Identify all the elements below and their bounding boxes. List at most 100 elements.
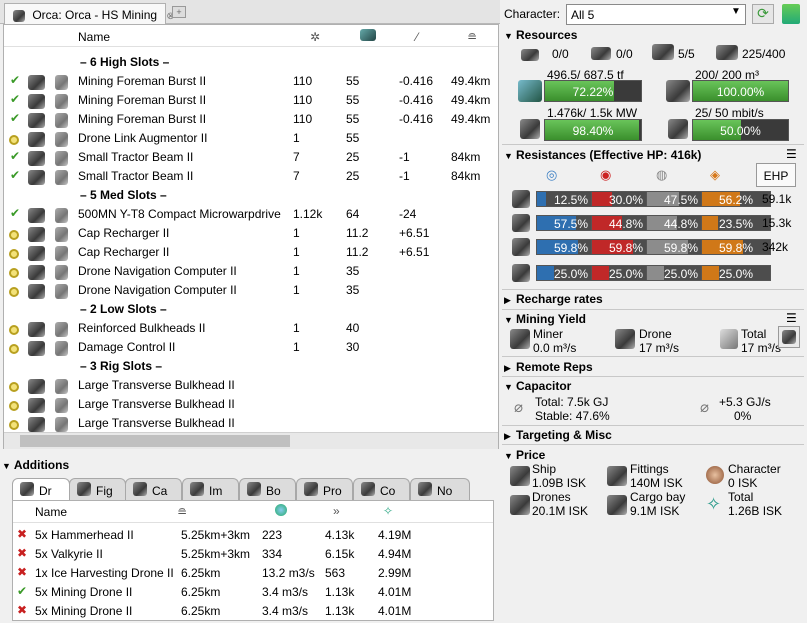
additions-tab-no[interactable]: No [410,478,470,500]
targeting-title: Targeting & Misc [516,428,612,442]
drone-row[interactable]: ✖ 5x Valkyrie II 5.25km+3km 334 6.15k 4.94M [13,544,493,563]
capacitor-stable: Stable: 47.6% [535,409,610,423]
drone-range: 5.25km+3km [181,528,251,542]
module-row[interactable]: Drone Navigation Computer II 1 35 [4,261,498,280]
recharge-header[interactable]: ▶ Recharge rates [504,292,603,306]
drone-inactive-icon[interactable]: ✖ [17,565,27,579]
divider [502,289,804,290]
additions-tab-fig[interactable]: Fig [69,478,126,500]
mining-column-icon[interactable] [275,504,287,516]
ehp-button[interactable]: EHP [756,163,796,187]
module-row[interactable]: Large Transverse Bulkhead II [4,375,498,394]
module-row[interactable]: Damage Control II 1 30 [4,337,498,356]
horizontal-scrollbar[interactable] [4,432,498,449]
module-capacitor: -0.416 [399,93,434,107]
module-capacitor: -1 [399,169,410,183]
new-tab-icon[interactable]: + [172,6,186,18]
module-active-icon[interactable]: ✔ [10,92,20,106]
additions-tab-pro[interactable]: Pro [296,478,353,500]
drone-active-icon[interactable]: ✔ [17,584,27,598]
fitting-tab[interactable]: Orca: Orca - HS Mining ⊗ [4,3,175,24]
module-row[interactable]: Large Transverse Bulkhead II [4,394,498,413]
additions-tab-im[interactable]: Im [182,478,239,500]
resources-header[interactable]: ▼ Resources [504,28,577,42]
slot-section-label: – 3 Rig Slots – [80,359,163,373]
resistances-header[interactable]: ▼ Resistances (Effective HP: 416k) [504,148,701,162]
drone-inactive-icon[interactable]: ✖ [17,546,27,560]
refresh-icon[interactable]: ⟳ [752,4,774,24]
module-name: Cap Recharger II [78,245,170,259]
drone-inactive-icon[interactable]: ✖ [17,527,27,541]
drone-row[interactable]: ✖ 1x Ice Harvesting Drone II 6.25km 13.2 m3… [13,563,493,582]
drone-row[interactable]: ✖ 5x Mining Drone II 6.25km 3.4 m3/s 1.13k 4.… [13,601,493,620]
character-editor-icon[interactable] [782,4,800,24]
resist-value: 59.8% [718,241,754,255]
drone-row[interactable]: ✔ 5x Mining Drone II 6.25km 3.4 m3/s 1.13k 4.… [13,582,493,601]
additions-header[interactable]: ▼ Additions [2,458,69,472]
module-row[interactable]: ✔ Mining Foreman Burst II 110 55 -0.416 49.4k… [4,90,498,109]
module-capacitor: -1 [399,150,410,164]
module-row[interactable]: Drone Navigation Computer II 1 35 [4,280,498,299]
module-cpu: 1 [293,226,300,240]
module-powergrid: 40 [346,321,360,335]
scrollbar-thumb[interactable] [20,435,290,447]
targeting-header[interactable]: ▶ Targeting & Misc [504,428,612,442]
menu-icon[interactable]: ☰ [786,147,798,161]
range-column-icon[interactable]: ≘ [467,30,477,44]
chevron-down-icon[interactable]: ▼ [728,6,744,22]
collapse-triangle-icon: ▼ [504,315,513,325]
module-row[interactable]: ✔ Mining Foreman Burst II 110 55 -0.416 49.4k… [4,71,498,90]
module-name: Drone Link Augmentor II [78,131,208,145]
remote-reps-header[interactable]: ▶ Remote Reps [504,360,593,374]
range-column-icon[interactable]: ≘ [177,505,187,519]
miner-value: 0.0 m³/s [533,341,577,355]
module-row[interactable]: ✔ 500MN Y-T8 Compact Microwarpdrive 1.12k 6… [4,204,498,223]
module-row[interactable]: ✔ Small Tractor Beam II 7 25 -1 84km [4,147,498,166]
module-row[interactable]: ✔ Small Tractor Beam II 7 25 -1 84km [4,166,498,185]
drone-name: 1x Ice Harvesting Drone II [35,566,174,580]
module-cpu: 1 [293,340,300,354]
bandwidth-label: 25/ 50 mbit/s [695,106,764,120]
module-cpu: 1.12k [293,207,323,221]
resist-value: 56.2% [718,193,754,207]
menu-icon[interactable]: ☰ [786,311,798,325]
module-active-icon[interactable]: ✔ [10,111,20,125]
module-row[interactable]: Reinforced Bulkheads II 1 40 [4,318,498,337]
shield-resist-3: 56.2% [701,191,771,207]
character-select[interactable]: All 5 [566,4,746,25]
capacitor-header[interactable]: ▼ Capacitor [504,379,571,393]
additions-tab-bo[interactable]: Bo [239,478,296,500]
additions-column-name[interactable]: Name [35,505,67,519]
module-row[interactable]: Large Transverse Bulkhead II [4,413,498,432]
drone-value: 17 m³/s [639,341,680,355]
speed-column-icon[interactable]: » [333,504,340,518]
price-column-icon[interactable]: ✧ [383,504,393,518]
column-name[interactable]: Name [78,30,110,44]
module-row[interactable]: Cap Recharger II 1 11.2 +6.51 [4,242,498,261]
module-active-icon[interactable]: ✔ [10,149,20,163]
total-yield-icon [720,329,738,349]
price-header[interactable]: ▼ Price [504,448,545,462]
additions-tab-co[interactable]: Co [353,478,410,500]
module-row[interactable]: Drone Link Augmentor II 1 55 [4,128,498,147]
mining-header[interactable]: ▼ Mining Yield [504,312,586,326]
total-yield-value: 17 m³/s [741,341,782,355]
capacitor-column-icon[interactable]: ⁄ [416,30,418,44]
module-powergrid: 30 [346,340,360,354]
module-row[interactable]: ✔ Mining Foreman Burst II 110 55 -0.416 49.4k… [4,109,498,128]
additions-tab-ca[interactable]: Ca [125,478,182,500]
mining-settings-button[interactable] [778,326,800,348]
module-row[interactable]: Cap Recharger II 1 11.2 +6.51 [4,223,498,242]
drone-inactive-icon[interactable]: ✖ [17,603,27,617]
drone-speed: 1.13k [325,585,355,599]
cpu-column-icon[interactable]: ✲ [310,30,320,44]
module-active-icon[interactable]: ✔ [10,168,20,182]
additions-tab-dr[interactable]: Dr [12,478,70,501]
cargo-price-value: 9.1M ISK [630,504,680,518]
drone-row[interactable]: ✖ 5x Hammerhead II 5.25km+3km 223 4.13k 4.19M [13,525,493,544]
character-price-icon [706,466,724,484]
module-name: Small Tractor Beam II [78,169,194,183]
module-active-icon[interactable]: ✔ [10,73,20,87]
powergrid-column-icon[interactable] [360,29,376,41]
module-active-icon[interactable]: ✔ [10,206,20,220]
